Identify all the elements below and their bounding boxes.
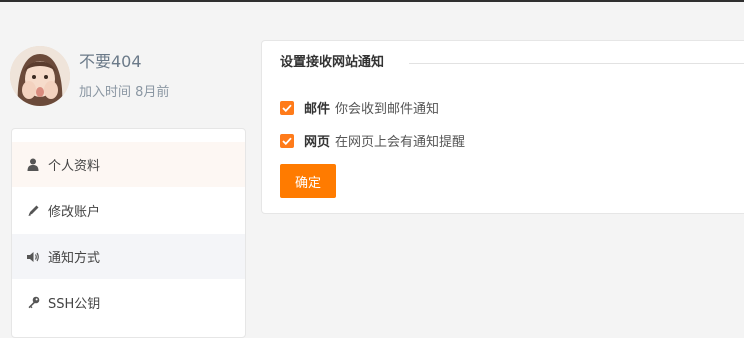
pencil-icon <box>26 204 40 218</box>
username[interactable]: 不要404 <box>79 51 142 73</box>
option-email: 邮件 你会收到邮件通知 <box>280 98 439 117</box>
option-web: 网页 在网页上会有通知提醒 <box>280 131 465 150</box>
notification-panel: 设置接收网站通知 邮件 你会收到邮件通知 网页 在网页上会有通知提醒 确定 <box>261 40 744 214</box>
join-time: 加入时间 8月前 <box>79 85 170 100</box>
option-desc: 你会收到邮件通知 <box>335 102 440 117</box>
email-checkbox[interactable] <box>280 100 294 115</box>
sidebar: 个人资料 修改账户 通知方式 SSH公钥 <box>11 128 246 338</box>
option-name: 网页 <box>304 135 331 150</box>
sidebar-item-profile[interactable]: 个人资料 <box>12 142 245 187</box>
option-desc: 在网页上会有通知提醒 <box>335 135 466 150</box>
user-icon <box>26 158 40 172</box>
confirm-button[interactable]: 确定 <box>280 164 336 198</box>
sidebar-item-account[interactable]: 修改账户 <box>12 188 245 233</box>
option-name: 邮件 <box>304 102 331 117</box>
sidebar-item-label: 修改账户 <box>48 205 101 220</box>
checkmark-icon <box>282 137 292 145</box>
sidebar-item-notify[interactable]: 通知方式 <box>12 234 245 279</box>
checkmark-icon <box>282 104 292 112</box>
top-bar <box>0 0 744 2</box>
title-divider <box>409 63 744 64</box>
web-checkbox[interactable] <box>280 133 294 148</box>
sidebar-item-label: 个人资料 <box>48 159 101 174</box>
speaker-icon <box>26 250 40 264</box>
sidebar-item-label: SSH公钥 <box>48 297 101 312</box>
key-icon <box>26 296 40 310</box>
avatar[interactable] <box>10 46 70 106</box>
sidebar-item-label: 通知方式 <box>48 251 101 266</box>
panel-title: 设置接收网站通知 <box>280 55 385 70</box>
sidebar-item-ssh[interactable]: SSH公钥 <box>12 280 245 325</box>
